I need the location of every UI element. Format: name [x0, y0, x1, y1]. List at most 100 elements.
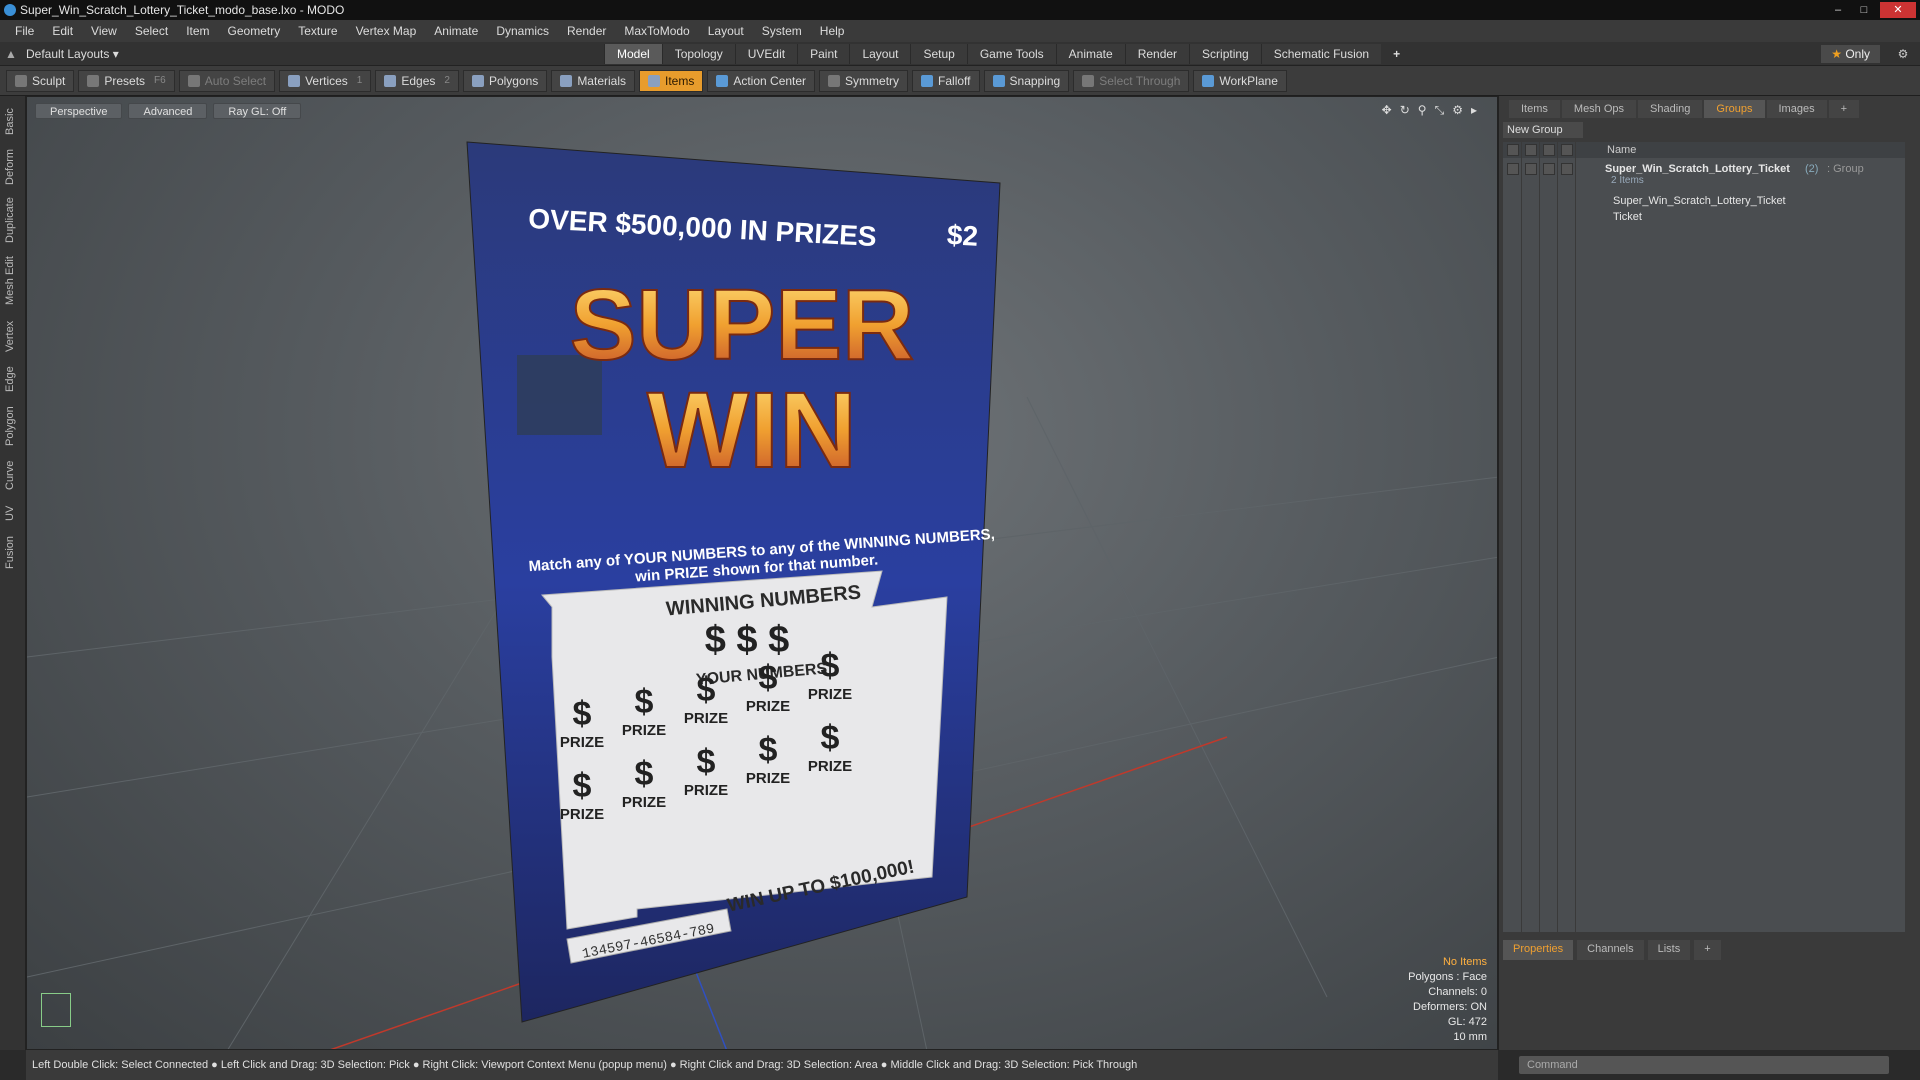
- render-icon[interactable]: [1525, 144, 1537, 156]
- left-tab-vertex[interactable]: Vertex: [4, 316, 22, 356]
- move-view-icon[interactable]: ✥: [1382, 103, 1392, 118]
- vertices-label: Vertices: [305, 73, 348, 88]
- tab-model[interactable]: Model: [604, 44, 662, 64]
- eye-icon[interactable]: [1507, 144, 1519, 156]
- prize-dollar-symbol: $: [697, 671, 716, 709]
- lottery-ticket-mesh[interactable]: OVER $500,000 IN PRIZES $2 SUPER WIN Mat…: [466, 141, 1001, 1023]
- sculpt-button[interactable]: Sculpt: [6, 69, 75, 92]
- tab-paint[interactable]: Paint: [797, 44, 850, 64]
- tab-mesh-ops[interactable]: Mesh Ops: [1561, 100, 1637, 118]
- info-deformers: Deformers: ON: [1413, 1001, 1487, 1013]
- edges-button[interactable]: Edges 2: [375, 69, 459, 92]
- tab-channels[interactable]: Channels: [1577, 940, 1644, 960]
- left-tab-mesh-edit[interactable]: Mesh Edit: [4, 252, 22, 310]
- maximize-button[interactable]: □: [1854, 2, 1874, 18]
- menu-render[interactable]: Render: [558, 24, 615, 38]
- select-through-label: Select Through: [1099, 73, 1181, 88]
- name-column-header: Name: [1607, 144, 1637, 156]
- polygons-icon: [471, 74, 484, 87]
- viewport-settings-icon[interactable]: ⚙: [1452, 103, 1463, 118]
- tab-render[interactable]: Render: [1124, 44, 1190, 64]
- gear-icon[interactable]: ⚙: [1894, 45, 1912, 63]
- menu-geometry[interactable]: Geometry: [219, 24, 290, 38]
- menu-maxtomodo[interactable]: MaxToModo: [615, 24, 698, 38]
- left-tab-curve[interactable]: Curve: [4, 456, 22, 494]
- left-tab-uv[interactable]: UV: [4, 500, 22, 526]
- tab-uvedit[interactable]: UVEdit: [734, 44, 798, 64]
- tab-items[interactable]: Items: [1509, 100, 1560, 118]
- action-center-button[interactable]: Action Center: [707, 69, 816, 92]
- window-controls: – □ ✕: [1828, 0, 1916, 20]
- rotate-view-icon[interactable]: ↻: [1400, 103, 1410, 118]
- auto-select-button[interactable]: Auto Select: [178, 69, 276, 92]
- left-tab-polygon[interactable]: Polygon: [4, 402, 22, 450]
- select-icon[interactable]: [1561, 144, 1573, 156]
- status-bar: Left Double Click: Select Connected ● Le…: [26, 1050, 1498, 1080]
- 3d-viewport[interactable]: OVER $500,000 IN PRIZES $2 SUPER WIN Mat…: [26, 96, 1498, 1050]
- vertices-button[interactable]: Vertices 1: [279, 69, 372, 92]
- items-button[interactable]: Items: [639, 69, 704, 92]
- info-channels: Channels: 0: [1428, 986, 1487, 998]
- command-input[interactable]: Command: [1519, 1056, 1889, 1074]
- tab-schematic-fusion[interactable]: Schematic Fusion: [1260, 44, 1382, 64]
- viewport-expand-icon[interactable]: ▸: [1471, 103, 1477, 118]
- left-tab-edge[interactable]: Edge: [4, 362, 22, 396]
- menu-dynamics[interactable]: Dynamics: [487, 24, 558, 38]
- prize-label: PRIZE: [560, 806, 604, 823]
- group-sub-row: 2 Items: [1503, 174, 1905, 188]
- tab-layout[interactable]: Layout: [849, 44, 911, 64]
- falloff-button[interactable]: Falloff: [912, 69, 980, 92]
- select-through-icon: [1082, 74, 1095, 87]
- tab-topology[interactable]: Topology: [661, 44, 735, 64]
- tab-groups[interactable]: Groups: [1704, 100, 1765, 118]
- group-child-row[interactable]: Ticket: [1503, 208, 1905, 226]
- add-properties-tab-icon[interactable]: +: [1694, 940, 1721, 960]
- left-tab-duplicate[interactable]: Duplicate: [4, 194, 22, 246]
- sculpt-label: Sculpt: [32, 73, 66, 88]
- polygons-button[interactable]: Polygons: [462, 69, 548, 92]
- select-through-button[interactable]: Select Through: [1073, 69, 1190, 92]
- menu-vertex-map[interactable]: Vertex Map: [347, 24, 426, 38]
- layout-selector[interactable]: ▲ Default Layouts ▾: [4, 45, 119, 63]
- minimize-button[interactable]: –: [1828, 2, 1848, 18]
- menu-item[interactable]: Item: [177, 24, 218, 38]
- materials-button[interactable]: Materials: [551, 69, 635, 92]
- left-tab-basic[interactable]: Basic: [4, 104, 22, 140]
- left-tab-fusion[interactable]: Fusion: [4, 532, 22, 572]
- perspective-button[interactable]: Perspective: [35, 103, 123, 119]
- snapping-button[interactable]: Snapping: [983, 69, 1070, 92]
- tab-properties[interactable]: Properties: [1503, 940, 1574, 960]
- symmetry-button[interactable]: Symmetry: [819, 69, 909, 92]
- left-tab-deform[interactable]: Deform: [4, 146, 22, 188]
- menu-animate[interactable]: Animate: [425, 24, 487, 38]
- tab-shading[interactable]: Shading: [1638, 100, 1703, 118]
- collapse-up-icon[interactable]: ▲: [4, 47, 18, 61]
- add-panel-tab-icon[interactable]: +: [1828, 100, 1860, 118]
- menu-select[interactable]: Select: [126, 24, 177, 38]
- presets-button[interactable]: Presets F6: [78, 69, 175, 92]
- menu-system[interactable]: System: [753, 24, 811, 38]
- menu-file[interactable]: File: [6, 24, 43, 38]
- workplane-button[interactable]: WorkPlane: [1193, 69, 1287, 92]
- raygl-button[interactable]: Ray GL: Off: [213, 103, 302, 119]
- add-tab-icon[interactable]: +: [1381, 44, 1412, 64]
- advanced-button[interactable]: Advanced: [128, 103, 208, 119]
- tab-scripting[interactable]: Scripting: [1189, 44, 1261, 64]
- tab-animate[interactable]: Animate: [1055, 44, 1125, 64]
- menu-layout[interactable]: Layout: [699, 24, 753, 38]
- tab-game-tools[interactable]: Game Tools: [966, 44, 1056, 64]
- tab-setup[interactable]: Setup: [910, 44, 967, 64]
- menu-edit[interactable]: Edit: [43, 24, 82, 38]
- menu-view[interactable]: View: [82, 24, 126, 38]
- tab-lists[interactable]: Lists: [1647, 940, 1691, 960]
- lock-icon[interactable]: [1543, 144, 1555, 156]
- vertices-count: 1: [356, 75, 363, 86]
- new-group-button[interactable]: New Group: [1503, 122, 1583, 138]
- only-button[interactable]: ★ Only: [1821, 45, 1880, 63]
- zoom-view-icon[interactable]: ⚲: [1418, 103, 1427, 118]
- tab-images[interactable]: Images: [1766, 100, 1827, 118]
- close-button[interactable]: ✕: [1880, 2, 1916, 18]
- menu-help[interactable]: Help: [811, 24, 854, 38]
- fit-view-icon[interactable]: ⤡: [1435, 103, 1445, 118]
- menu-texture[interactable]: Texture: [289, 24, 346, 38]
